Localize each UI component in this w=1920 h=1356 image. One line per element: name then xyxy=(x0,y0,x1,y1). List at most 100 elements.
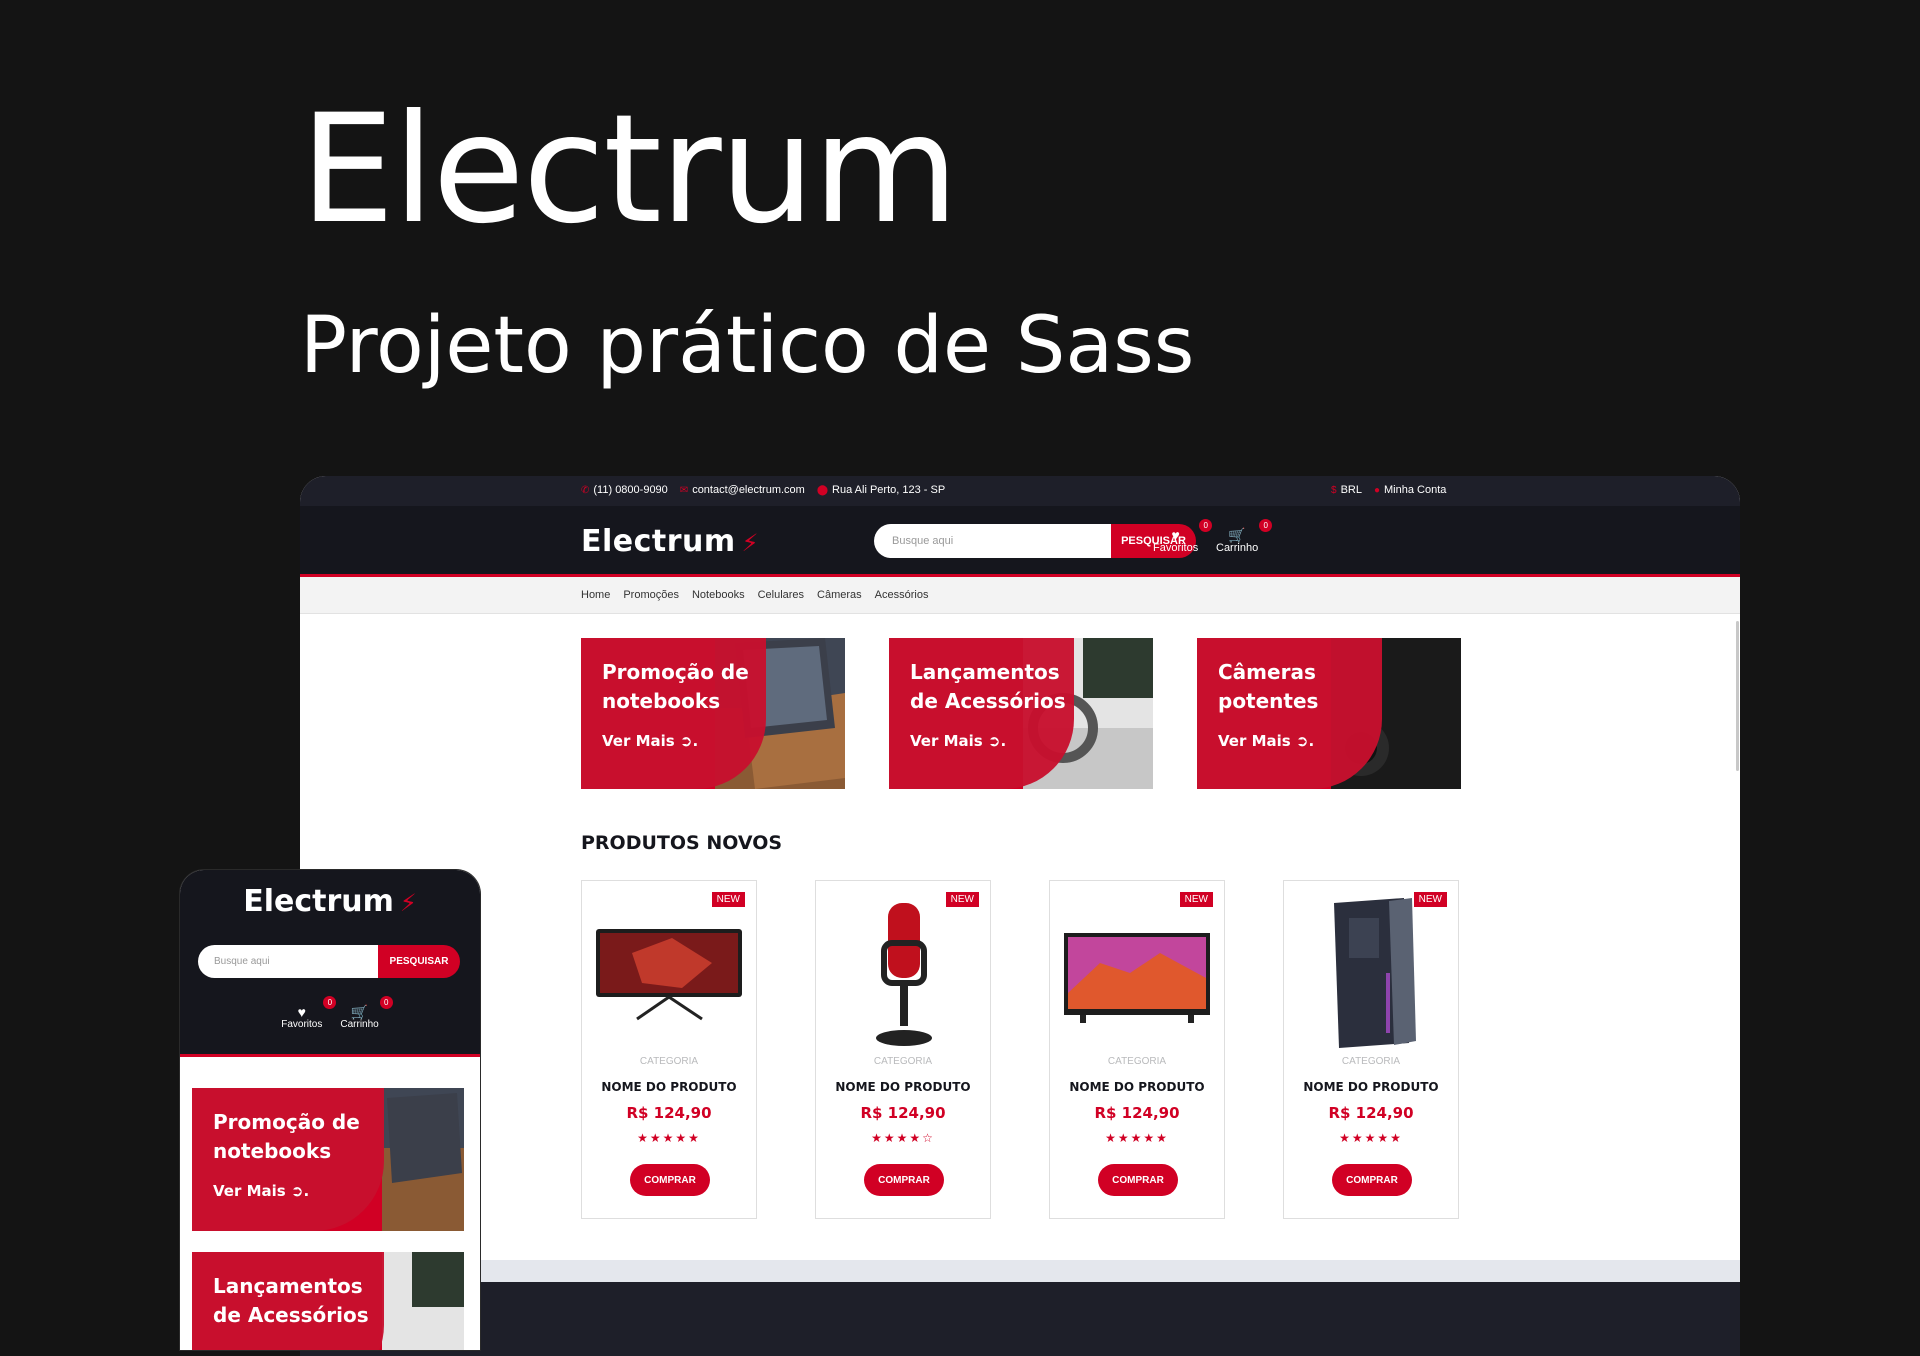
banner-row: Promoção de notebooks Ver Mais ➲. Lançam… xyxy=(581,638,1461,789)
nav-item-notebooks[interactable]: Notebooks xyxy=(692,589,745,601)
banner-title: Lançamentos de Acessórios xyxy=(910,660,1066,713)
product-card: NEW CATEGORIA NOME DO PRODUTO R$ 124,90 … xyxy=(1049,880,1225,1219)
contact-address[interactable]: ⬤ Rua Ali Perto, 123 - SP xyxy=(817,484,945,496)
product-card: NEW CATEGORIA NOME DO PRODUTO R$ 124,90 … xyxy=(1283,880,1459,1219)
cart-icon: 🛒 0 xyxy=(1216,519,1273,542)
cart-label: Carrinho xyxy=(1216,542,1259,554)
mobile-header: Electrum⚡ PESQUISAR ♥0 Favoritos 🛒0 Carr… xyxy=(180,870,480,1057)
email-text: contact@electrum.com xyxy=(692,484,805,496)
footer-divider xyxy=(300,1260,1740,1282)
mobile-banner-notebooks[interactable]: Promoção de notebooks Ver Mais ➲. xyxy=(192,1088,464,1231)
cart-count-badge: 0 xyxy=(379,996,393,1009)
banner-title: Lançamentos de Acessórios xyxy=(213,1274,369,1327)
product-rating: ★★★★★ xyxy=(637,1131,701,1145)
cart-count-badge: 0 xyxy=(1259,519,1273,532)
product-rating: ★★★★★ xyxy=(1105,1131,1169,1145)
product-name[interactable]: NOME DO PRODUTO xyxy=(582,1080,756,1094)
mobile-banner-acessorios[interactable]: Lançamentos de Acessórios xyxy=(192,1252,464,1350)
headphones-photo xyxy=(382,1252,464,1350)
banner-link[interactable]: Ver Mais ➲. xyxy=(213,1182,309,1200)
heart-icon: ♥ 0 xyxy=(1153,519,1213,542)
banner-link[interactable]: Ver Mais ➲. xyxy=(910,732,1006,750)
mobile-site-logo[interactable]: Electrum ⚡ xyxy=(180,884,480,919)
buy-button[interactable]: COMPRAR xyxy=(630,1164,710,1196)
new-badge: NEW xyxy=(711,892,745,907)
new-badge: NEW xyxy=(1413,892,1447,907)
account-link[interactable]: ● Minha Conta xyxy=(1374,484,1446,496)
product-price: R$ 124,90 xyxy=(1094,1104,1180,1122)
cart-button[interactable]: 🛒 0 Carrinho xyxy=(1216,519,1273,554)
banner-title: Promoção de notebooks xyxy=(602,660,749,713)
hero-title: Electrum xyxy=(300,83,959,257)
phone-icon: ✆ xyxy=(581,484,590,496)
mobile-search-input[interactable] xyxy=(198,945,378,978)
currency-selector[interactable]: $ BRL xyxy=(1331,484,1362,496)
product-name[interactable]: NOME DO PRODUTO xyxy=(816,1080,990,1094)
banner-title: Câmeras potentes xyxy=(1218,660,1319,713)
favorites-button[interactable]: ♥ 0 Favoritos xyxy=(1153,519,1213,554)
envelope-icon: ✉ xyxy=(679,484,689,496)
product-category: CATEGORIA xyxy=(639,1056,699,1067)
mobile-search-button[interactable]: PESQUISAR xyxy=(378,945,460,978)
hero-subtitle: Projeto prático de Sass xyxy=(300,301,1195,391)
dollar-icon: $ xyxy=(1331,484,1337,496)
monitor-image xyxy=(596,929,742,1021)
mobile-search-bar: PESQUISAR xyxy=(198,945,460,978)
product-card: NEW CATEGORIA NOME DO PRODUTO R$ 124,90 … xyxy=(815,880,991,1219)
banner-notebooks[interactable]: Promoção de notebooks Ver Mais ➲. xyxy=(581,638,845,789)
favorites-label: Favoritos xyxy=(1153,542,1199,554)
product-name[interactable]: NOME DO PRODUTO xyxy=(1284,1080,1458,1094)
scrollbar[interactable] xyxy=(1736,621,1739,771)
banner-cameras[interactable]: Câmeras potentes Ver Mais ➲. xyxy=(1197,638,1461,789)
footer xyxy=(300,1282,1740,1356)
product-category: CATEGORIA xyxy=(1107,1056,1167,1067)
banner-acessorios[interactable]: Lançamentos de Acessórios Ver Mais ➲. xyxy=(889,638,1153,789)
banner-link[interactable]: Ver Mais ➲. xyxy=(602,732,698,750)
buy-button[interactable]: COMPRAR xyxy=(1098,1164,1178,1196)
mobile-cart-button[interactable]: 🛒 0 Carrinho xyxy=(340,996,393,1030)
product-price: R$ 124,90 xyxy=(626,1104,712,1122)
top-bar: ✆ (11) 0800-9090 ✉ contact@electrum.com ⬤ R… xyxy=(300,476,1740,506)
contact-phone[interactable]: ✆ (11) 0800-9090 xyxy=(581,484,668,496)
product-name[interactable]: NOME DO PRODUTO xyxy=(1050,1080,1224,1094)
pc-case-image xyxy=(1334,898,1416,1048)
new-badge: NEW xyxy=(945,892,979,907)
nav-item-home[interactable]: Home xyxy=(581,589,610,601)
new-badge: NEW xyxy=(1179,892,1213,907)
logo-text: Electrum xyxy=(581,524,736,559)
site-logo[interactable]: Electrum ⚡ xyxy=(581,524,759,559)
map-pin-icon: ⬤ xyxy=(816,484,829,496)
mobile-favorites-button[interactable]: ♥ 0 Favoritos xyxy=(281,996,337,1030)
product-grid: NEW CATEGORIA NOME DO PRODUTO R$ 124,90 … xyxy=(581,880,1459,1219)
buy-button[interactable]: COMPRAR xyxy=(1332,1164,1412,1196)
desktop-mockup: ✆ (11) 0800-9090 ✉ contact@electrum.com ⬤ R… xyxy=(300,476,1740,1356)
currency-text: BRL xyxy=(1340,484,1362,496)
buy-button[interactable]: COMPRAR xyxy=(864,1164,944,1196)
nav-item-promocoes[interactable]: Promoções xyxy=(623,589,679,601)
product-price: R$ 124,90 xyxy=(1328,1104,1414,1122)
product-card: NEW CATEGORIA NOME DO PRODUTO R$ 124,90 … xyxy=(581,880,757,1219)
user-icon: ● xyxy=(1373,484,1381,496)
account-text: Minha Conta xyxy=(1384,484,1447,496)
product-rating: ★★★★★ xyxy=(1339,1131,1403,1145)
heart-icon: ♥ 0 xyxy=(281,996,337,1019)
lightning-bolt-icon: ⚡ xyxy=(741,529,760,557)
category-nav: Home Promoções Notebooks Celulares Câmer… xyxy=(300,577,1740,614)
favorites-count-badge: 0 xyxy=(323,996,337,1009)
nav-item-cameras[interactable]: Câmeras xyxy=(817,589,862,601)
product-price: R$ 124,90 xyxy=(860,1104,946,1122)
cart-label: Carrinho xyxy=(340,1019,379,1030)
nav-item-acessorios[interactable]: Acessórios xyxy=(875,589,929,601)
lightning-bolt-icon: ⚡ xyxy=(399,889,417,917)
banner-link[interactable]: Ver Mais ➲. xyxy=(1218,732,1314,750)
tv-image xyxy=(1064,933,1210,1023)
mobile-header-icons: ♥ 0 Favoritos 🛒 0 Carrinho xyxy=(180,996,480,1030)
contact-email[interactable]: ✉ contact@electrum.com xyxy=(680,484,805,496)
section-title: PRODUTOS NOVOS xyxy=(581,832,783,854)
mobile-mockup: Electrum⚡ PESQUISAR ♥0 Favoritos 🛒0 Carr… xyxy=(180,870,480,1350)
nav-item-celulares[interactable]: Celulares xyxy=(758,589,804,601)
banner-title: Promoção de notebooks xyxy=(213,1110,360,1163)
laptop-photo xyxy=(382,1088,464,1231)
search-input[interactable] xyxy=(874,524,1111,558)
phone-text: (11) 0800-9090 xyxy=(593,484,668,496)
